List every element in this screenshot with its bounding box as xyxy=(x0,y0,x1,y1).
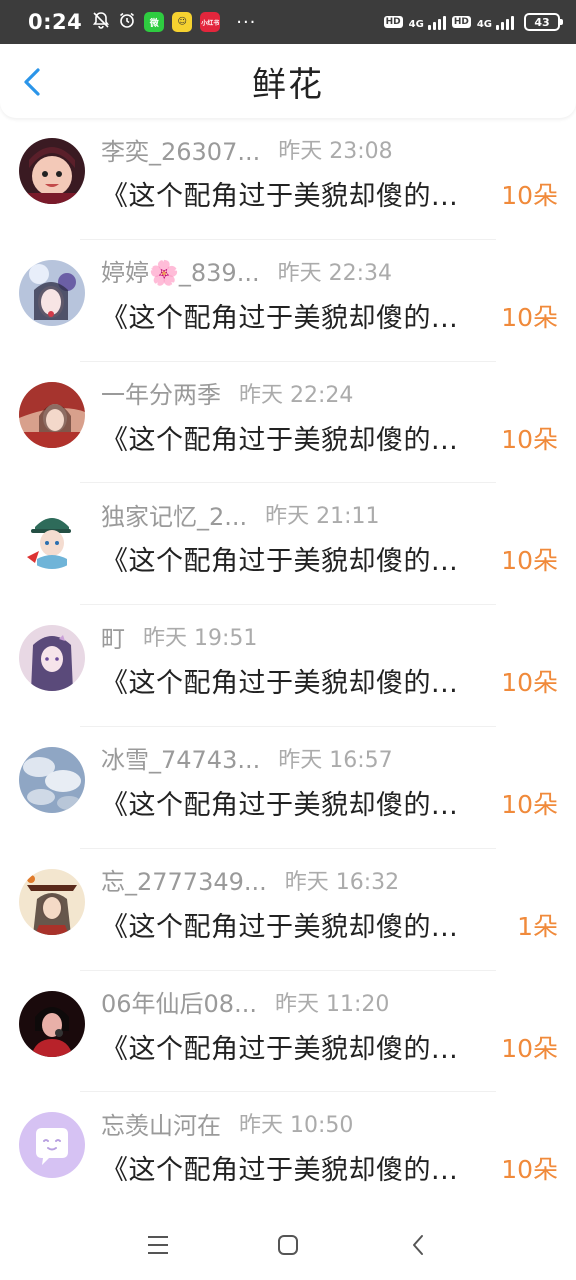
flower-count: 10朵 xyxy=(501,302,558,332)
timestamp: 昨天 16:32 xyxy=(284,869,400,895)
avatar[interactable] xyxy=(19,625,85,692)
back-arrow-icon xyxy=(24,68,40,96)
avatar[interactable] xyxy=(19,138,85,204)
flower-count: 10朵 xyxy=(501,789,558,819)
user-name[interactable]: 李奕_26307... xyxy=(101,132,260,167)
list-item[interactable]: 忘羡山河在 昨天 10:50 《这个配角过于美貌却傻的... 10朵 xyxy=(0,1092,576,1215)
user-name[interactable]: 忘羡山河在 xyxy=(101,1106,221,1141)
row-header: 独家记忆_2... 昨天 21:11 xyxy=(101,497,380,531)
user-name[interactable]: 婷婷🌸_839... xyxy=(101,253,260,288)
flower-count: 10朵 xyxy=(501,181,558,210)
home-square-icon xyxy=(278,1235,298,1255)
status-notification-icons: 微 ☺ 小红书 ··· xyxy=(92,11,256,33)
book-title[interactable]: 《这个配角过于美貌却傻的... xyxy=(101,661,497,700)
flower-count: 10朵 xyxy=(501,668,558,698)
alarm-clock-icon xyxy=(118,11,136,33)
system-nav-bar xyxy=(0,1210,576,1280)
timestamp: 昨天 11:20 xyxy=(274,991,390,1017)
user-name[interactable]: 冰雪_74743... xyxy=(101,740,260,775)
back-chevron-icon xyxy=(413,1235,423,1255)
timestamp: 昨天 16:57 xyxy=(278,747,393,773)
timestamp: 昨天 19:51 xyxy=(143,626,258,652)
row-header: 一年分两季 昨天 22:24 xyxy=(101,376,353,410)
timestamp: 昨天 21:11 xyxy=(265,504,380,530)
xiaohongshu-app-icon: 小红书 xyxy=(200,12,221,32)
avatar[interactable] xyxy=(19,503,85,570)
recents-button[interactable] xyxy=(143,1230,173,1260)
flower-count: 10朵 xyxy=(501,1033,558,1063)
timestamp: 昨天 10:50 xyxy=(239,1113,354,1139)
hd-badge-2: HD xyxy=(451,16,471,28)
book-title[interactable]: 《这个配角过于美貌却傻的... xyxy=(101,1027,497,1066)
wechat-app-icon: 微 xyxy=(144,12,165,32)
book-title[interactable]: 《这个配角过于美貌却傻的... xyxy=(101,905,497,944)
flower-count: 1朵 xyxy=(517,911,558,941)
book-title[interactable]: 《这个配角过于美貌却傻的... xyxy=(101,783,497,822)
notification-app-icon: ☺ xyxy=(172,12,193,32)
user-name[interactable]: 忘_2777349... xyxy=(101,862,267,897)
list-item[interactable]: 冰雪_74743... 昨天 16:57 《这个配角过于美貌却傻的... 10朵 xyxy=(0,727,576,849)
list-item[interactable]: 町 昨天 19:51 《这个配角过于美貌却傻的... 10朵 xyxy=(0,605,576,727)
row-header: 06年仙后08... 昨天 11:20 xyxy=(101,985,389,1019)
more-notifications-icon: ··· xyxy=(236,11,257,33)
user-name[interactable]: 一年分两季 xyxy=(101,375,221,410)
book-title[interactable]: 《这个配角过于美貌却傻的... xyxy=(101,296,497,335)
row-header: 冰雪_74743... 昨天 16:57 xyxy=(101,741,393,775)
row-header: 町 昨天 19:51 xyxy=(101,619,257,653)
signal-icon-2 xyxy=(496,14,514,30)
list-item[interactable]: 一年分两季 昨天 22:24 《这个配角过于美貌却傻的... 10朵 xyxy=(0,362,576,484)
timestamp: 昨天 23:08 xyxy=(278,139,393,164)
battery-icon: 43 xyxy=(524,13,563,31)
list-item[interactable]: 婷婷🌸_839... 昨天 22:34 《这个配角过于美貌却傻的... 10朵 xyxy=(0,240,576,362)
home-button[interactable] xyxy=(273,1230,303,1260)
timestamp: 昨天 22:34 xyxy=(277,260,392,286)
flower-count: 10朵 xyxy=(501,546,558,576)
avatar[interactable] xyxy=(19,746,85,813)
avatar[interactable] xyxy=(19,259,85,326)
header-bar: 鲜花 xyxy=(0,44,576,118)
user-name[interactable]: 独家记忆_2... xyxy=(101,497,247,532)
book-title[interactable]: 《这个配角过于美貌却傻的... xyxy=(101,1148,497,1187)
avatar[interactable] xyxy=(19,868,85,935)
back-nav-button[interactable] xyxy=(403,1230,433,1260)
user-name[interactable]: 06年仙后08... xyxy=(101,984,257,1019)
page-title: 鲜花 xyxy=(252,64,324,105)
mute-bell-icon xyxy=(92,11,110,33)
network-type-label-2: 4G xyxy=(476,19,492,30)
book-title[interactable]: 《这个配角过于美貌却傻的... xyxy=(101,174,497,213)
signal-icon xyxy=(427,14,446,30)
avatar[interactable] xyxy=(19,1112,85,1179)
flower-gift-list: 李奕_26307... 昨天 23:08 《这个配角过于美貌却傻的... 10朵… xyxy=(0,118,576,1215)
menu-lines-icon xyxy=(148,1236,168,1254)
flower-count: 10朵 xyxy=(501,424,558,454)
row-header: 忘羡山河在 昨天 10:50 xyxy=(101,1106,353,1140)
list-item[interactable]: 独家记忆_2... 昨天 21:11 《这个配角过于美貌却傻的... 10朵 xyxy=(0,483,576,606)
list-item[interactable]: 06年仙后08... 昨天 11:20 《这个配角过于美貌却傻的... 10朵 xyxy=(0,971,576,1093)
list-item[interactable]: 忘_2777349... 昨天 16:32 《这个配角过于美貌却傻的... 1朵 xyxy=(0,849,576,971)
status-bar: 0:24 微 ☺ 小红书 ··· HD 4G HD 4G 43 xyxy=(0,0,576,44)
status-time: 0:24 xyxy=(28,10,83,34)
back-button[interactable] xyxy=(14,62,50,102)
book-title[interactable]: 《这个配角过于美貌却傻的... xyxy=(101,418,497,457)
hd-badge: HD xyxy=(383,16,403,28)
timestamp: 昨天 22:24 xyxy=(239,382,354,408)
user-name[interactable]: 町 xyxy=(101,619,125,654)
row-header: 忘_2777349... 昨天 16:32 xyxy=(101,863,399,897)
book-title[interactable]: 《这个配角过于美貌却傻的... xyxy=(101,539,497,578)
row-header: 婷婷🌸_839... 昨天 22:34 xyxy=(101,254,392,288)
status-system-icons: HD 4G HD 4G 43 xyxy=(383,13,563,31)
row-header: 李奕_26307... 昨天 23:08 xyxy=(101,132,393,166)
list-item[interactable]: 李奕_26307... 昨天 23:08 《这个配角过于美貌却傻的... 10朵 xyxy=(0,118,576,240)
avatar[interactable] xyxy=(19,381,85,448)
avatar[interactable] xyxy=(19,990,85,1057)
flower-count: 10朵 xyxy=(501,1155,558,1185)
network-type-label: 4G xyxy=(408,19,424,30)
